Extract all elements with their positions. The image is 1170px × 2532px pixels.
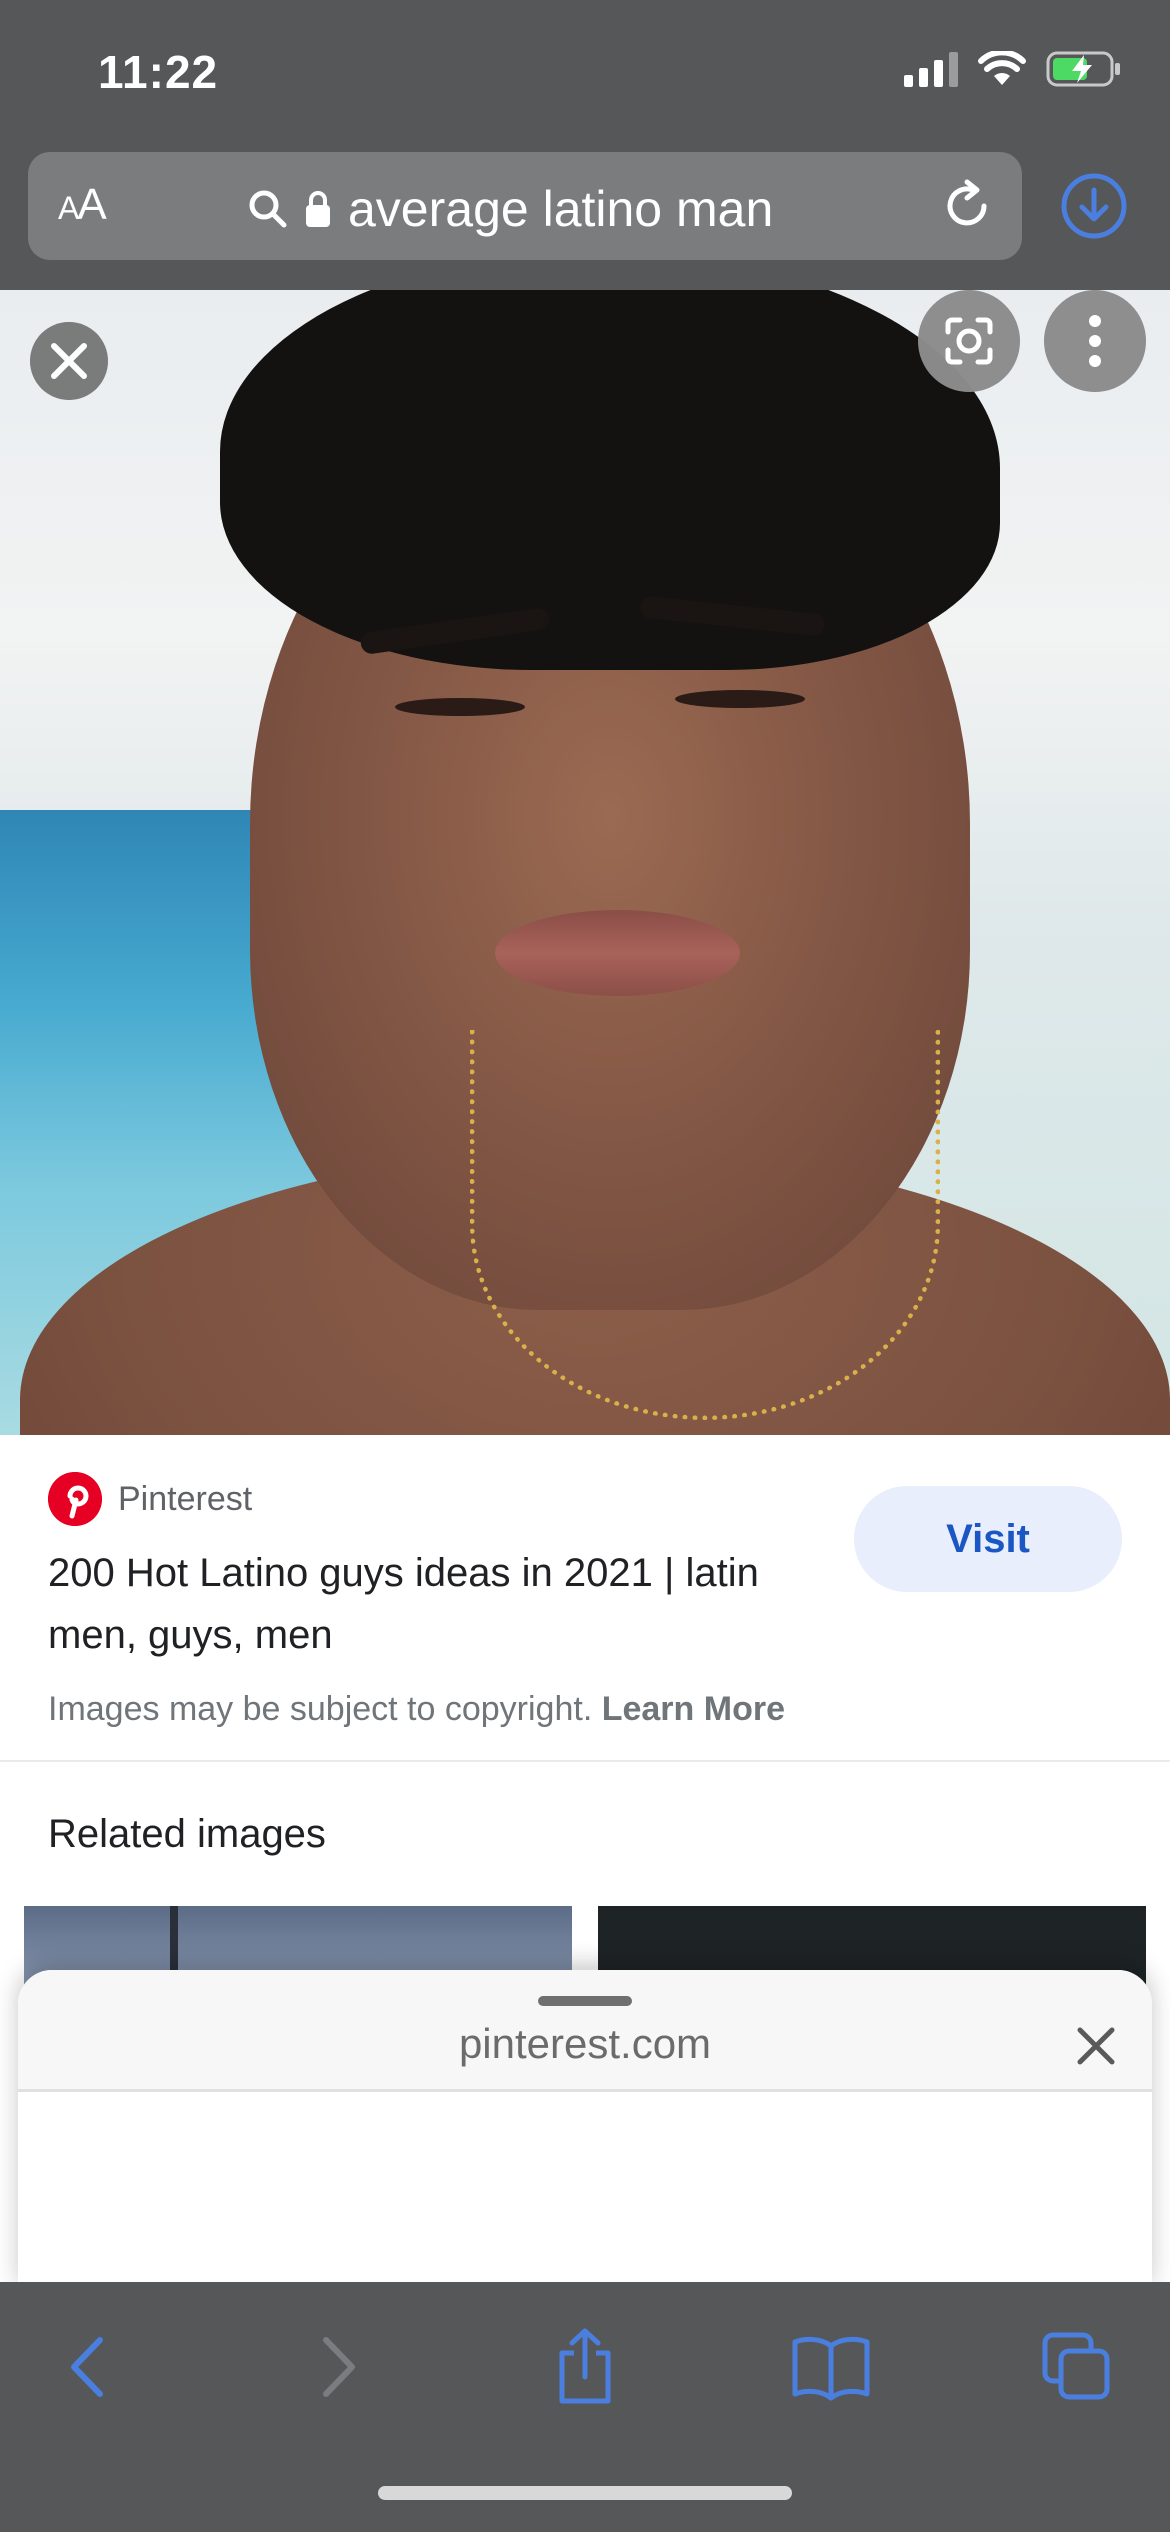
sheet-header: pinterest.com bbox=[18, 1970, 1152, 2092]
divider bbox=[0, 1760, 1170, 1762]
status-time: 11:22 bbox=[98, 46, 219, 98]
related-images-heading: Related images bbox=[48, 1812, 326, 1856]
result-title[interactable]: 200 Hot Latino guys ideas in 2021 | lati… bbox=[48, 1542, 808, 1666]
learn-more-link[interactable]: Learn More bbox=[602, 1690, 785, 1728]
forward-button[interactable] bbox=[294, 2322, 384, 2412]
text-size-button[interactable]: AA bbox=[58, 180, 107, 230]
more-options-icon[interactable] bbox=[1044, 290, 1146, 392]
forward-icon bbox=[323, 2337, 355, 2397]
copyright-text: Images may be subject to copyright. bbox=[48, 1690, 593, 1728]
status-icons bbox=[904, 50, 1122, 88]
reload-icon[interactable] bbox=[940, 176, 996, 236]
source-name: Pinterest bbox=[118, 1479, 253, 1518]
cellular-signal-icon bbox=[904, 51, 958, 87]
search-icon bbox=[249, 190, 287, 228]
browser-top-bar: 11:22 AA average latino man bbox=[0, 0, 1170, 290]
download-icon[interactable] bbox=[1060, 172, 1128, 240]
sheet-grabber[interactable] bbox=[538, 1996, 632, 2006]
bookmarks-icon bbox=[792, 2336, 870, 2401]
result-photo[interactable] bbox=[0, 290, 1170, 1435]
battery-charging-icon bbox=[1046, 51, 1120, 87]
lens-icon[interactable] bbox=[918, 290, 1020, 392]
sheet-domain: pinterest.com bbox=[458, 2020, 712, 2067]
photo-hair bbox=[220, 290, 1000, 670]
photo-lips bbox=[495, 910, 740, 996]
share-icon bbox=[559, 2328, 611, 2404]
share-button[interactable] bbox=[540, 2322, 630, 2412]
wifi-icon bbox=[978, 51, 1026, 85]
lock-icon bbox=[306, 191, 330, 227]
url-display[interactable]: average latino man bbox=[248, 180, 773, 238]
tabs-button[interactable] bbox=[1032, 2322, 1122, 2412]
close-sheet-icon[interactable] bbox=[1070, 2020, 1122, 2072]
visit-button[interactable]: Visit bbox=[854, 1486, 1122, 1592]
photo-eye-right bbox=[675, 690, 805, 708]
close-image-icon[interactable] bbox=[30, 322, 108, 400]
site-preview-sheet[interactable]: pinterest.com bbox=[18, 1970, 1152, 2290]
back-icon bbox=[71, 2337, 103, 2397]
result-source[interactable]: Pinterest bbox=[48, 1472, 252, 1526]
bookmarks-button[interactable] bbox=[786, 2322, 876, 2412]
pinterest-logo-icon bbox=[48, 1472, 102, 1526]
url-text: average latino man bbox=[348, 181, 774, 237]
copyright-notice: Images may be subject to copyright. Lear… bbox=[48, 1690, 785, 1729]
home-indicator[interactable] bbox=[378, 2486, 792, 2500]
back-button[interactable] bbox=[42, 2322, 132, 2412]
tabs-icon bbox=[1042, 2332, 1110, 2400]
photo-chain bbox=[470, 1030, 940, 1420]
address-bar[interactable]: AA average latino man bbox=[28, 152, 1022, 260]
photo-eye-left bbox=[395, 698, 525, 716]
